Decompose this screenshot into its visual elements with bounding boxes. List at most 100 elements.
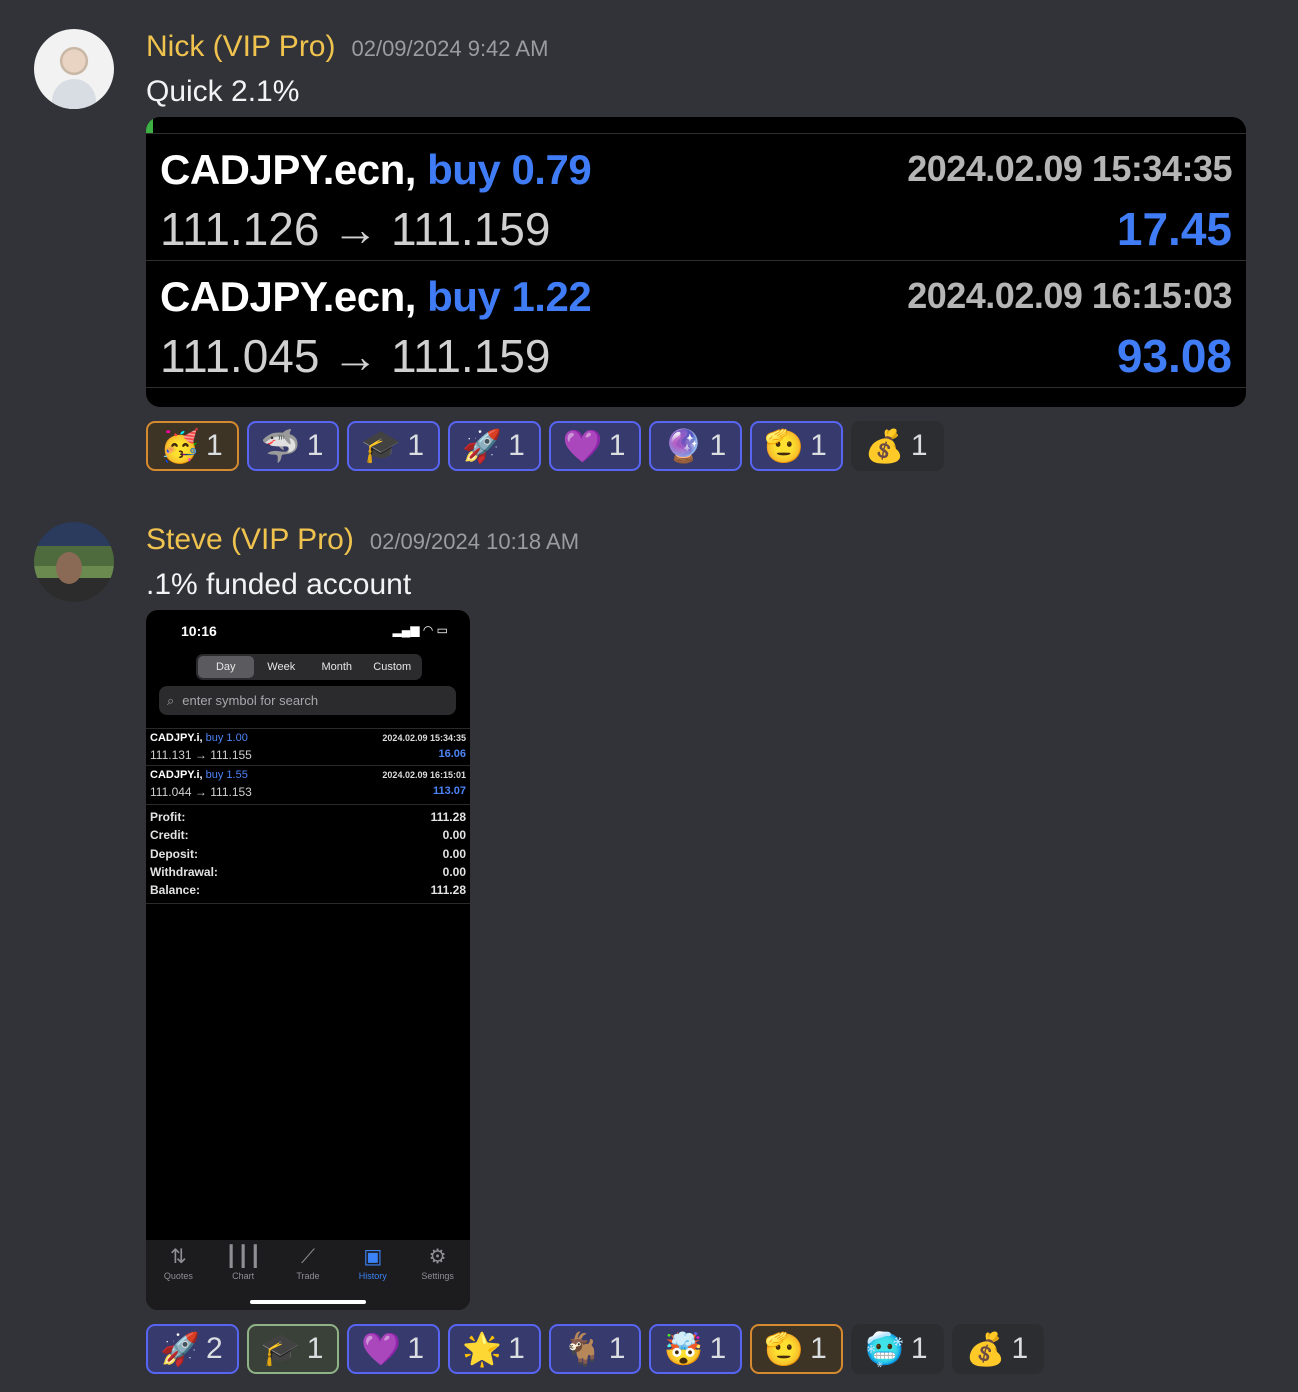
author-name[interactable]: Nick (VIP Pro) (146, 30, 335, 64)
reaction-chip[interactable]: 💰 1 (850, 421, 944, 471)
reaction-count: 2 (206, 1332, 223, 1365)
timestamp[interactable]: 02/09/2024 10:18 AM (370, 529, 579, 555)
reaction-chip[interactable]: 🫡 1 (750, 1324, 843, 1374)
reaction-chip[interactable]: 🚀 1 (448, 421, 541, 471)
reaction-chip[interactable]: 🥶 1 (850, 1324, 944, 1374)
reaction-emoji: 🥳 (160, 428, 200, 464)
trade-row: CADJPY.ecn, buy 0.79 2024.02.09 15:34:35… (160, 134, 1232, 261)
trade-side: buy 1.22 (427, 273, 592, 320)
tab-label: Quotes (163, 1271, 193, 1281)
summary-row-deposit: Deposit: 0.00 (146, 845, 470, 863)
reaction-chip[interactable]: 💜 1 (548, 421, 642, 471)
trade-profit: 93.08 (1116, 330, 1232, 382)
trade-row-cutoff: USDCAD (160, 388, 1232, 407)
trade-prices: 111.131 → 111.155 (150, 748, 252, 762)
reaction-chip[interactable]: 🌟 1 (448, 1324, 541, 1374)
reaction-chip[interactable]: 🎓 1 (246, 1324, 340, 1374)
tab-label: Trade (296, 1271, 320, 1281)
summary-value: 111.28 (430, 810, 466, 824)
trade-prices: 111.045 → 111.159 (160, 330, 551, 382)
reactions-bar: 🥳 1 🦈 1 🎓 1 🚀 1 💜 1 🔮 1 🫡 1 💰 1 (146, 421, 944, 471)
summary-value: 0.00 (442, 864, 466, 879)
reaction-emoji: 🌟 (462, 1331, 502, 1367)
reaction-emoji: 🎓 (361, 428, 402, 464)
trade-row[interactable]: CADJPY.i, buy 1.55 2024.02.09 16:15:01 1… (146, 765, 470, 803)
reaction-count: 1 (810, 1332, 827, 1365)
reaction-chip[interactable]: 🤯 1 (649, 1324, 743, 1374)
segment-month[interactable]: Month (309, 656, 365, 678)
reaction-chip[interactable]: 🐐 1 (548, 1324, 642, 1374)
trade-profit: 16.06 (438, 748, 466, 760)
trade-symbol: CADJPY.ecn, buy 0.79 (160, 146, 592, 194)
reaction-emoji: 🚀 (462, 428, 502, 464)
trade-datetime: 2024.02.09 16:15:01 (382, 770, 466, 780)
trade-row[interactable]: CADJPY.i, buy 1.00 2024.02.09 15:34:35 1… (146, 728, 470, 766)
reaction-chip[interactable]: 💜 1 (347, 1324, 441, 1374)
summary-row-balance: Balance: 111.28 (146, 881, 470, 899)
reaction-chip[interactable]: 🎓 1 (347, 421, 441, 471)
tab-label: Chart (232, 1271, 255, 1281)
reaction-emoji: 🫡 (764, 428, 804, 464)
reaction-chip[interactable]: 🫡 1 (750, 421, 843, 471)
trade-symbol: CADJPY.ecn, buy 1.22 (160, 273, 592, 321)
reactions-bar: 🚀 2 🎓 1 💜 1 🌟 1 🐐 1 🤯 1 🫡 1 🥶 1 💰 1 (146, 1324, 1045, 1374)
signal-icon: ▂▄▆ (392, 623, 420, 637)
trade-prices: 111.044 → 111.153 (150, 785, 252, 799)
reaction-emoji: 💜 (562, 428, 603, 464)
reaction-count: 1 (407, 429, 425, 462)
summary-value: 0.00 (442, 828, 466, 843)
reaction-count: 1 (910, 429, 928, 462)
reaction-count: 1 (709, 429, 727, 462)
tab-label: History (358, 1271, 387, 1281)
avatar-steve[interactable] (34, 522, 114, 602)
trade-screenshot-attachment[interactable]: CADJPY.ecn, buy 0.79 2024.02.09 15:34:35… (146, 117, 1246, 407)
battery-icon: ▭ (436, 623, 448, 637)
segment-day[interactable]: Day (198, 656, 254, 678)
reaction-count: 1 (608, 429, 626, 462)
summary-label: Credit: (150, 828, 189, 843)
settings-icon: ⚙ (428, 1246, 447, 1268)
avatar-nick[interactable] (34, 29, 114, 109)
reaction-chip[interactable]: 🚀 2 (146, 1324, 239, 1374)
phone-screenshot-attachment[interactable]: 10:16 ▂▄▆ ◠ ▭ Day Week Month Custom ⌕ CA… (146, 610, 470, 1310)
trade-side: buy 1.55 (205, 769, 248, 781)
segment-week[interactable]: Week (254, 656, 310, 678)
reaction-count: 1 (306, 1332, 324, 1365)
tab-settings[interactable]: ⚙ Settings (407, 1246, 469, 1310)
timestamp[interactable]: 02/09/2024 9:42 AM (351, 36, 548, 62)
message-header: Nick (VIP Pro) 02/09/2024 9:42 AM (146, 30, 548, 64)
green-marker (146, 117, 153, 133)
history-icon: ▣ (363, 1246, 383, 1268)
trade-symbol: CADJPY.i, buy 1.00 (150, 732, 248, 744)
reaction-count: 1 (508, 429, 525, 462)
author-name[interactable]: Steve (VIP Pro) (146, 523, 354, 557)
summary-label: Balance: (150, 883, 201, 898)
reaction-emoji: 💰 (965, 1331, 1006, 1367)
reaction-emoji: 💰 (864, 428, 905, 464)
trade-icon: ⟋ (300, 1246, 315, 1268)
account-summary: Profit: 111.28 Credit: 0.00 Deposit: 0.00 W… (146, 804, 470, 905)
trade-profit: 113.07 (432, 785, 466, 797)
reaction-chip[interactable]: 🔮 1 (649, 421, 743, 471)
trade-row: CADJPY.ecn, buy 1.22 2024.02.09 16:15:03… (160, 261, 1232, 388)
reaction-emoji: 🎓 (260, 1331, 301, 1367)
reaction-emoji: 🔮 (663, 428, 704, 464)
wifi-icon: ◠ (422, 623, 434, 637)
reaction-emoji: 🥶 (864, 1331, 905, 1367)
trade-side: buy 0.79 (427, 146, 592, 193)
home-indicator (250, 1300, 366, 1304)
summary-row-profit: Profit: 111.28 (146, 808, 470, 826)
trade-prices: 111.126 → 111.159 (160, 203, 551, 255)
reaction-chip[interactable]: 🥳 1 (146, 421, 239, 471)
symbol-text: CADJPY.i, (150, 769, 203, 781)
reaction-chip[interactable]: 💰 1 (951, 1324, 1045, 1374)
tab-quotes[interactable]: ⇅ Quotes (147, 1246, 209, 1310)
reaction-count: 1 (206, 429, 223, 462)
trade-profit: 17.45 (1116, 203, 1232, 255)
search-input[interactable] (180, 692, 435, 709)
reaction-count: 1 (608, 1332, 626, 1365)
segment-custom[interactable]: Custom (365, 656, 421, 678)
reaction-chip[interactable]: 🦈 1 (246, 421, 340, 471)
trade-datetime: 2024.02.09 16:15:03 (907, 275, 1232, 316)
summary-row-withdrawal: Withdrawal: 0.00 (146, 863, 470, 881)
